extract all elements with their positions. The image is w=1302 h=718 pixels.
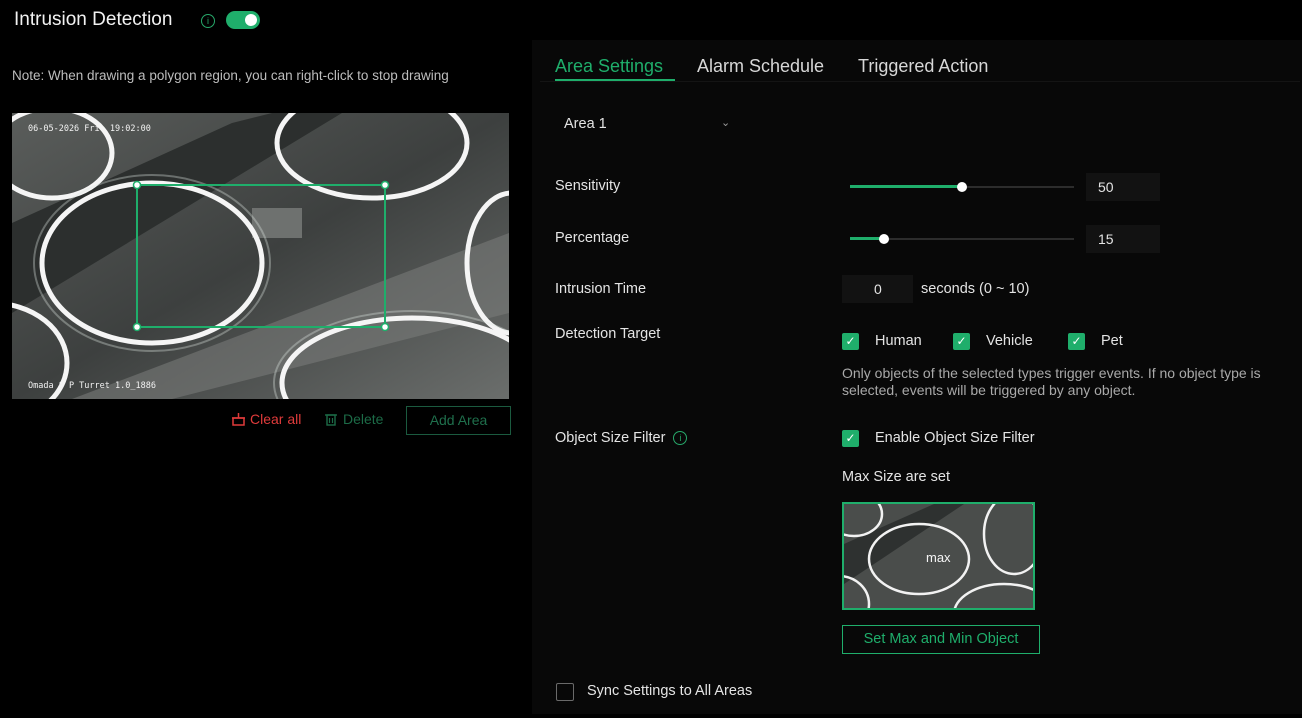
camera-preview[interactable]: 06-05-2026 Fri. 19:02:00 Omada 8 P Turre… bbox=[12, 113, 509, 399]
clear-icon bbox=[232, 412, 245, 426]
tab-triggered-action[interactable]: Triggered Action bbox=[858, 56, 988, 77]
human-checkbox[interactable]: ✓ bbox=[842, 333, 859, 350]
area-handle bbox=[380, 322, 390, 332]
delete-button[interactable]: Delete bbox=[324, 411, 383, 427]
area-handle bbox=[132, 180, 142, 190]
object-size-filter-row: Object Size Filter i bbox=[555, 430, 688, 446]
intrusion-time-input[interactable]: 0 bbox=[842, 275, 913, 303]
area-select-value: Area 1 bbox=[564, 116, 607, 132]
sync-label: Sync Settings to All Areas bbox=[587, 683, 753, 699]
pet-checkbox[interactable]: ✓ bbox=[1068, 333, 1085, 350]
feature-toggle[interactable] bbox=[226, 11, 260, 29]
info-icon[interactable]: i bbox=[201, 14, 215, 28]
intrusion-time-label: Intrusion Time bbox=[555, 281, 647, 297]
enable-size-filter-checkbox[interactable]: ✓ bbox=[842, 430, 859, 447]
human-label: Human bbox=[875, 333, 922, 349]
set-max-min-button[interactable]: Set Max and Min Object bbox=[842, 625, 1040, 654]
detection-target-hint: Only objects of the selected types trigg… bbox=[842, 365, 1261, 398]
vehicle-label: Vehicle bbox=[986, 333, 1033, 349]
object-size-filter-label: Object Size Filter bbox=[555, 430, 666, 446]
sync-checkbox[interactable] bbox=[556, 683, 574, 701]
percentage-slider-handle[interactable] bbox=[879, 234, 889, 244]
percentage-input[interactable]: 15 bbox=[1086, 225, 1160, 253]
sensitivity-slider-handle[interactable] bbox=[957, 182, 967, 192]
tab-area-settings[interactable]: Area Settings bbox=[555, 56, 663, 77]
sensitivity-slider-fill bbox=[850, 185, 962, 188]
tab-divider bbox=[540, 81, 1300, 82]
vehicle-checkbox[interactable]: ✓ bbox=[953, 333, 970, 350]
video-timestamp: 06-05-2026 Fri. 19:02:00 bbox=[28, 124, 151, 134]
add-area-button[interactable]: Add Area bbox=[406, 406, 511, 435]
intrusion-time-unit: seconds (0 ~ 10) bbox=[921, 281, 1030, 297]
drawing-note: Note: When drawing a polygon region, you… bbox=[12, 68, 449, 83]
max-size-status: Max Size are set bbox=[842, 469, 950, 485]
clear-all-label: Clear all bbox=[250, 411, 302, 427]
detection-target-label: Detection Target bbox=[555, 326, 661, 342]
trash-icon bbox=[325, 413, 337, 426]
camera-scene bbox=[12, 113, 509, 399]
area-handle bbox=[380, 180, 390, 190]
clear-all-button[interactable]: Clear all bbox=[231, 411, 301, 427]
chevron-down-icon: ⌄ bbox=[721, 117, 731, 129]
pet-label: Pet bbox=[1101, 333, 1123, 349]
tab-alarm-schedule[interactable]: Alarm Schedule bbox=[697, 56, 824, 77]
delete-label: Delete bbox=[343, 411, 384, 427]
percentage-label: Percentage bbox=[555, 230, 630, 246]
camera-name: Omada 8 P Turret 1.0_1886 bbox=[28, 381, 156, 391]
area-handle bbox=[132, 322, 142, 332]
active-tab-underline bbox=[555, 79, 675, 81]
sensitivity-label: Sensitivity bbox=[555, 178, 621, 194]
area-select[interactable]: Area 1 ⌄ bbox=[555, 108, 745, 142]
max-size-preview: max bbox=[842, 502, 1035, 610]
sensitivity-input[interactable]: 50 bbox=[1086, 173, 1160, 201]
page-title: Intrusion Detection bbox=[14, 9, 173, 30]
enable-size-filter-label: Enable Object Size Filter bbox=[875, 430, 1035, 446]
header-bar bbox=[0, 0, 1302, 40]
info-icon[interactable]: i bbox=[673, 431, 688, 445]
max-size-tag: max bbox=[926, 550, 951, 565]
